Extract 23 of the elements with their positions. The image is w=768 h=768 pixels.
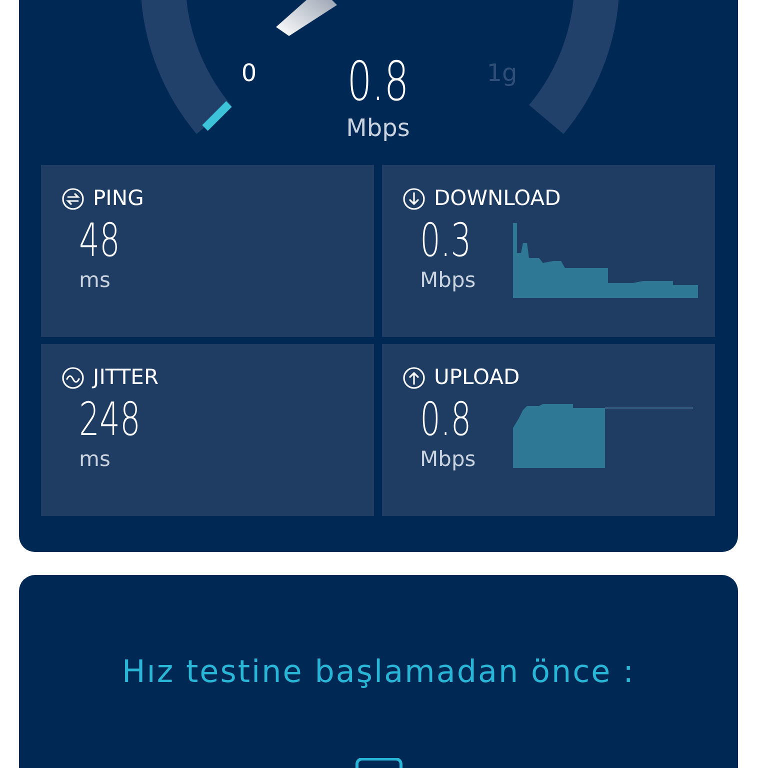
metric-unit: Mbps bbox=[420, 268, 476, 292]
download-icon bbox=[402, 186, 426, 211]
device-icon bbox=[354, 758, 402, 768]
wave-icon bbox=[61, 366, 85, 390]
notice-heading: Hız testine başlamadan önce : bbox=[122, 653, 636, 692]
metric-title: DOWNLOAD bbox=[434, 185, 561, 212]
gauge-fill bbox=[202, 101, 232, 131]
metric-title: JITTER bbox=[93, 364, 159, 391]
metric-value: 0.8 bbox=[420, 394, 472, 444]
metric-unit: ms bbox=[79, 447, 110, 472]
speed-unit: Mbps bbox=[346, 114, 410, 142]
metric-title: UPLOAD bbox=[434, 364, 520, 391]
metric-title: PING bbox=[93, 185, 144, 212]
metric-value: 0.3 bbox=[420, 214, 472, 266]
metric-unit: ms bbox=[79, 268, 110, 292]
metric-value: 48 bbox=[79, 214, 120, 266]
metric-unit: Mbps bbox=[420, 447, 476, 472]
ping-icon bbox=[61, 186, 85, 211]
upload-icon bbox=[402, 366, 426, 390]
speed-value: 0.8 bbox=[347, 50, 409, 114]
gauge-needle bbox=[276, 0, 337, 36]
scale-min-label: 0 bbox=[241, 59, 257, 87]
metric-value: 248 bbox=[79, 394, 140, 444]
